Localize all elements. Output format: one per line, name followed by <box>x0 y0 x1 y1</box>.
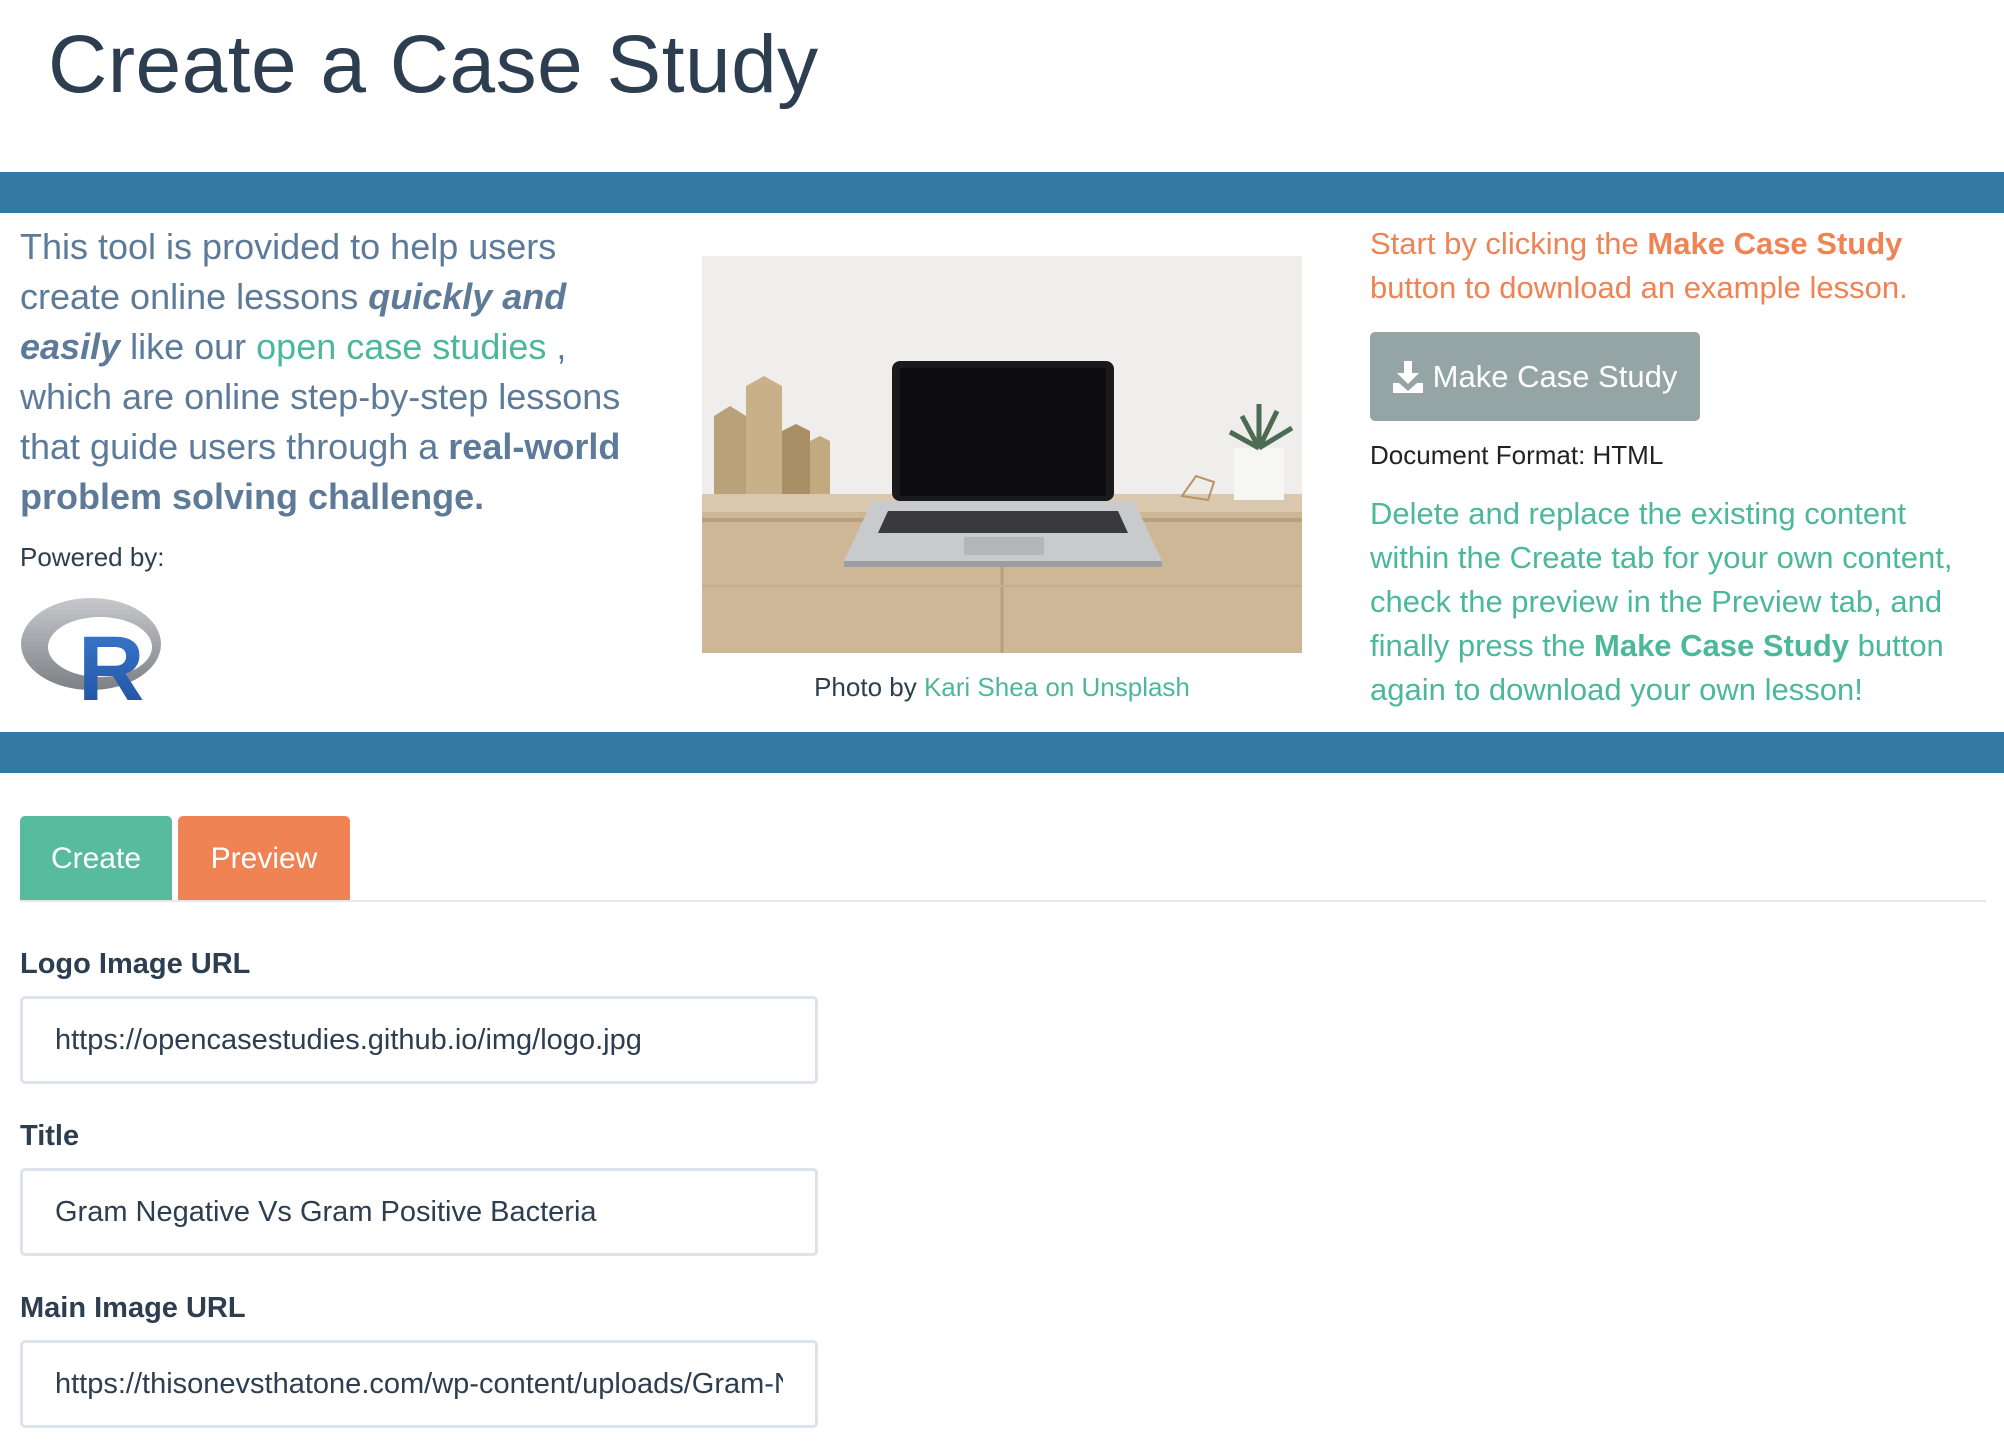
top-band <box>0 172 2004 213</box>
tab-divider <box>20 900 1986 902</box>
tab-create[interactable]: Create <box>20 816 172 902</box>
start-suffix: button to download an example lesson. <box>1370 270 1908 305</box>
photo-credit-link[interactable]: Kari Shea on Unsplash <box>924 672 1190 702</box>
delete-strong: Make Case Study <box>1594 628 1849 663</box>
intro-part2: like our <box>120 326 257 367</box>
r-logo-letter: R <box>78 618 144 704</box>
bottom-band <box>0 732 2004 773</box>
start-prefix: Start by clicking the <box>1370 226 1648 261</box>
make-case-study-button[interactable]: Make Case Study <box>1370 332 1700 421</box>
open-case-studies-link[interactable]: open case studies <box>256 326 546 367</box>
powered-by-label: Powered by: <box>20 542 165 572</box>
main-image-url-label: Main Image URL <box>20 1292 246 1324</box>
title-input[interactable] <box>20 1168 818 1256</box>
start-instructions: Start by clicking the Make Case Study bu… <box>1370 222 1970 310</box>
photo-caption: Photo by Kari Shea on Unsplash <box>702 672 1302 703</box>
start-strong: Make Case Study <box>1647 226 1903 261</box>
download-icon <box>1392 360 1423 393</box>
delete-instructions: Delete and replace the existing content … <box>1370 492 1990 712</box>
laptop-photo <box>702 256 1302 653</box>
caption-prefix: Photo by <box>814 672 924 702</box>
tab-preview[interactable]: Preview <box>178 816 350 902</box>
document-format: Document Format: HTML <box>1370 440 1664 470</box>
main-image-url-input[interactable] <box>20 1340 818 1428</box>
make-case-study-label: Make Case Study <box>1432 358 1678 394</box>
logo-url-label: Logo Image URL <box>20 948 251 980</box>
page-title: Create a Case Study <box>48 19 819 110</box>
r-logo: R <box>21 598 161 704</box>
logo-url-input[interactable] <box>20 996 818 1084</box>
title-label: Title <box>20 1120 80 1152</box>
intro-text: This tool is provided to help users crea… <box>20 222 640 522</box>
